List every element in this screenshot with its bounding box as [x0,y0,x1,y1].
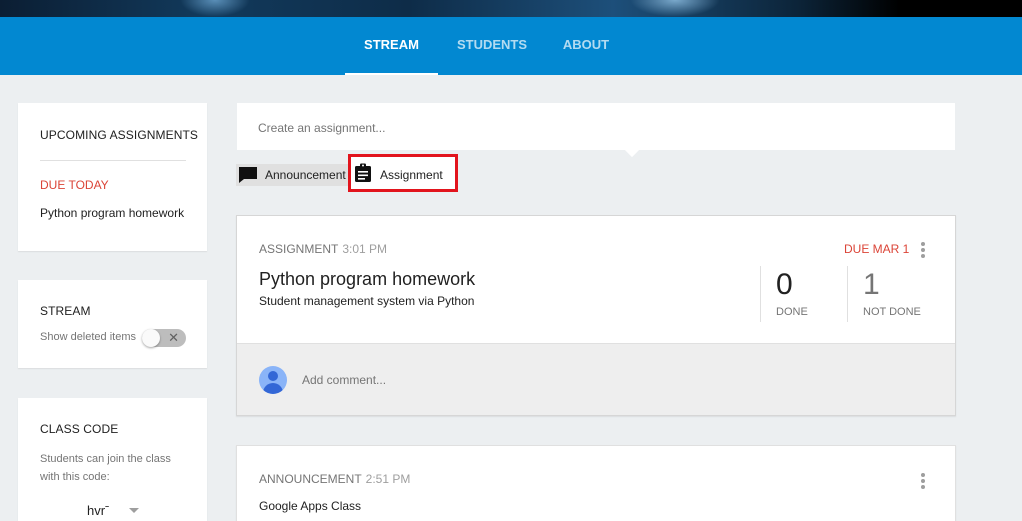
announcement-button[interactable]: Announcement [236,164,348,186]
upcoming-assignments-card: UPCOMING ASSIGNMENTS DUE TODAY Python pr… [18,103,207,251]
tab-about[interactable]: ABOUT [558,17,614,75]
tab-stream[interactable]: STREAM [345,17,438,75]
stat-divider [760,266,761,322]
class-code-value: hvrˉ [87,503,110,518]
assignment-description: Student management system via Python [259,294,475,308]
input-pointer-notch [624,142,640,158]
clipboard-icon [355,163,371,182]
caret-down-icon[interactable] [129,508,139,513]
not-done-label: NOT DONE [863,306,921,318]
stat-divider [847,266,848,322]
announcement-text: Google Apps Class [259,499,362,513]
post-time: 2:51 PM [365,472,411,486]
post-meta: ASSIGNMENT 3:01 PM [259,242,387,256]
create-input-placeholder: Create an assignment... [258,121,386,135]
chat-bubble-icon [239,167,257,183]
show-deleted-toggle[interactable]: ✕ [142,329,186,347]
class-code-description: Students can join the class with this co… [40,453,171,483]
stream-settings-title: STREAM [40,304,91,318]
tab-students[interactable]: STUDENTS [452,17,532,75]
upcoming-assignment-link[interactable]: Python program homework [40,206,184,220]
announcement-post-card: ANNOUNCEMENT 2:51 PM Google Apps Class [236,445,956,521]
divider [40,160,186,161]
add-comment-input[interactable]: Add comment... [302,373,386,387]
assignment-title[interactable]: Python program homework [259,269,475,290]
post-time: 3:01 PM [342,242,388,256]
comment-area: Add comment... [237,343,955,415]
announcement-button-label: Announcement [265,168,346,182]
done-label: DONE [776,306,808,318]
not-done-count[interactable]: 1 [863,268,880,302]
post-type-label: ANNOUNCEMENT [259,472,362,486]
top-navbar: STREAM STUDENTS ABOUT [0,17,1022,75]
due-today-label: DUE TODAY [40,178,109,192]
person-icon [259,366,287,394]
assignment-post-card: ASSIGNMENT 3:01 PM DUE MAR 1 Python progr… [236,215,956,416]
done-count[interactable]: 0 [776,268,793,302]
class-banner-image [0,0,1022,17]
more-vert-icon[interactable] [921,473,925,491]
class-code-card: CLASS CODE Students can join the class w… [18,398,207,521]
upcoming-assignments-title: UPCOMING ASSIGNMENTS [40,128,199,142]
stream-settings-card: STREAM Show deleted items ✕ [18,280,207,368]
more-vert-icon[interactable] [921,242,925,260]
assignment-button[interactable]: Assignment [348,154,458,192]
show-deleted-label: Show deleted items [40,331,136,343]
post-meta: ANNOUNCEMENT 2:51 PM [259,472,410,486]
class-code-title: CLASS CODE [40,422,119,436]
toggle-knob [142,329,160,347]
due-date-label: DUE MAR 1 [844,242,910,256]
create-assignment-input[interactable]: Create an assignment... [237,103,955,158]
close-icon: ✕ [168,330,179,345]
assignment-button-label: Assignment [380,168,443,182]
post-type-label: ASSIGNMENT [259,242,339,256]
